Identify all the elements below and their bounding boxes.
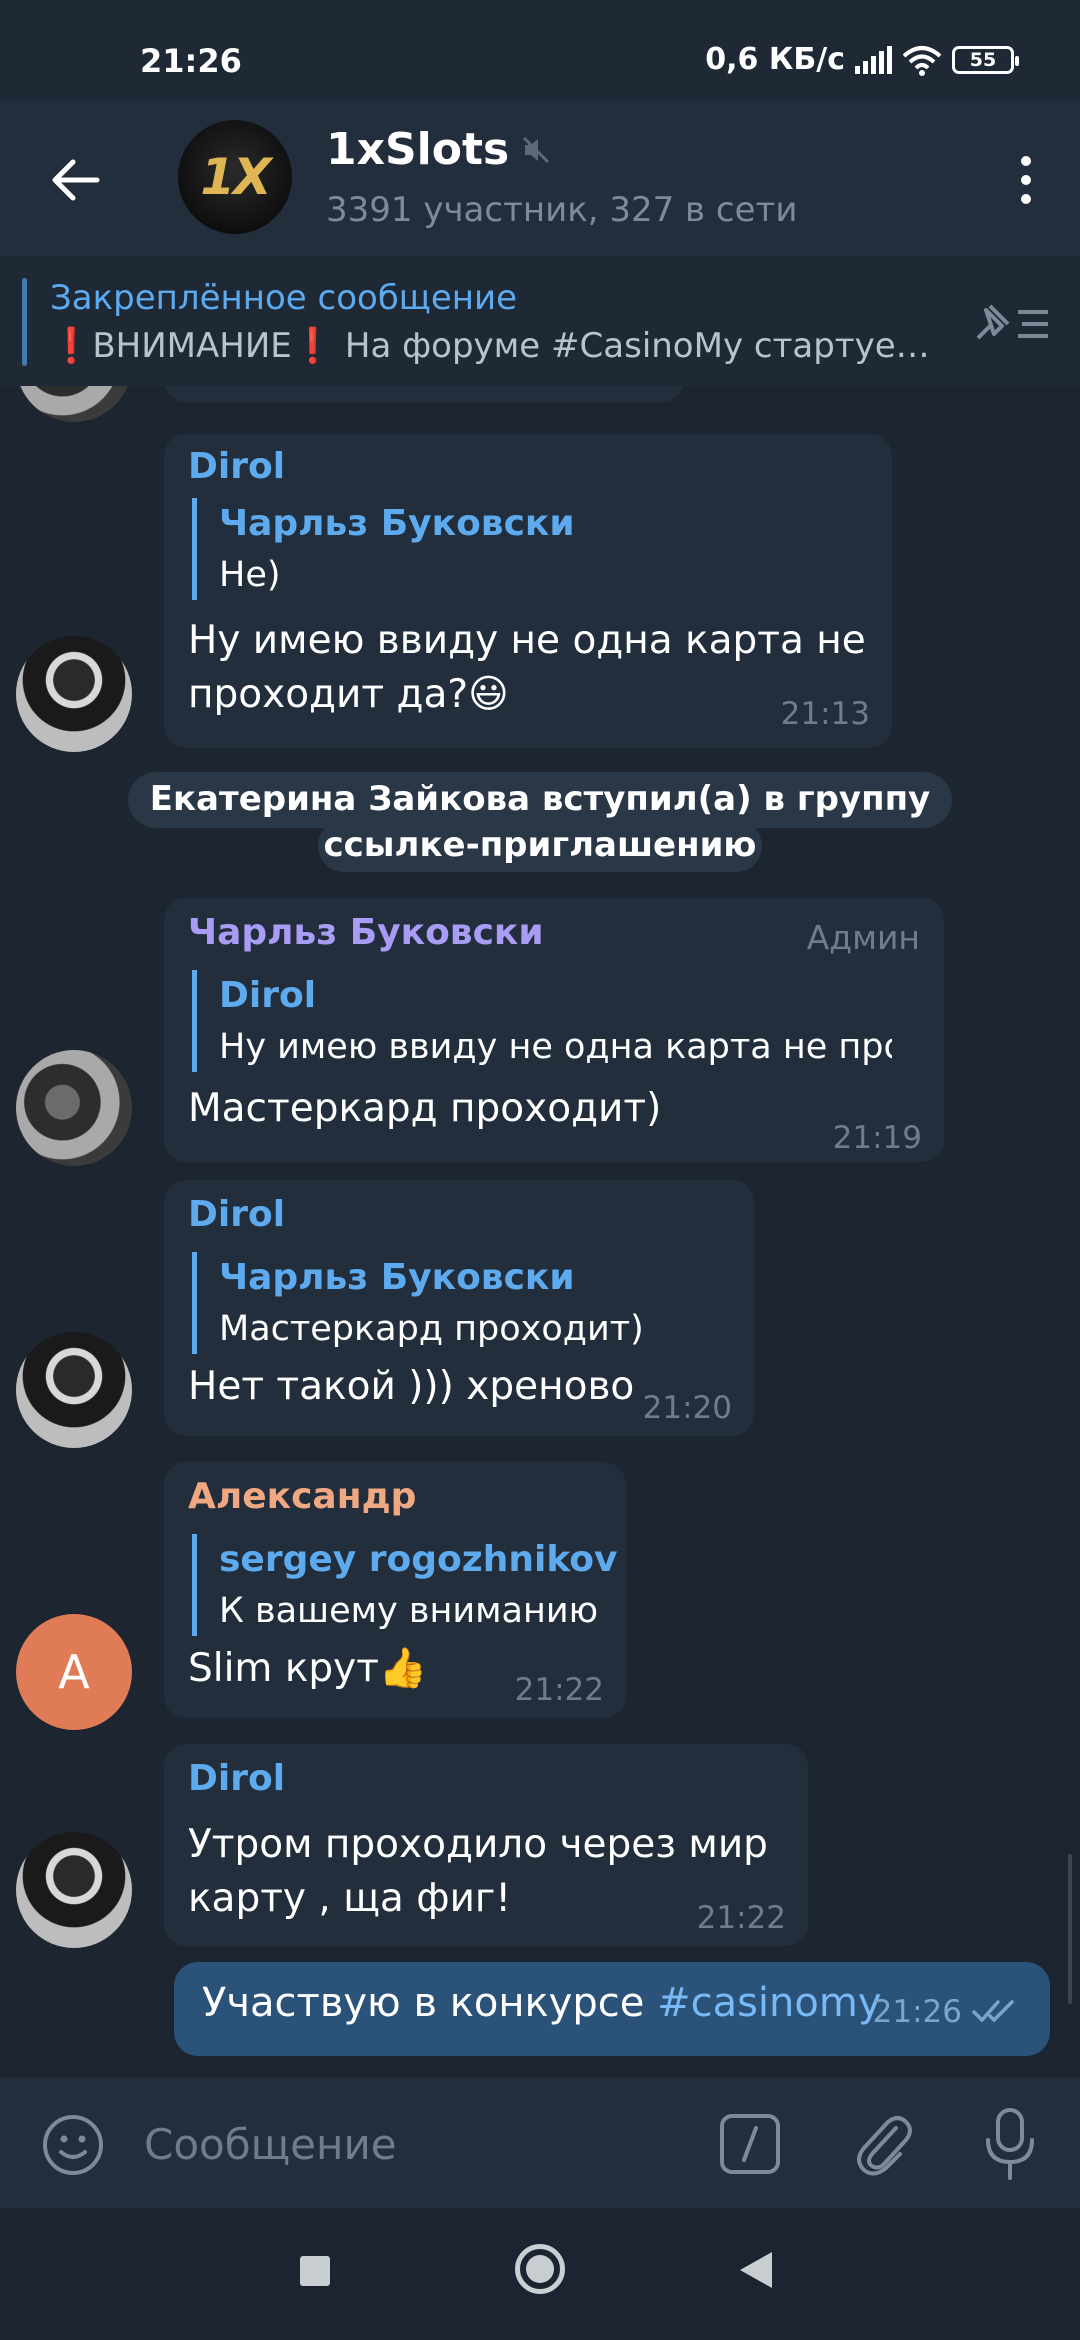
message-bubble[interactable] <box>164 386 684 402</box>
avatar[interactable] <box>16 1832 132 1948</box>
network-speed: 0,6 КБ/с <box>705 42 845 77</box>
message-time: 21:22 <box>514 1672 604 1708</box>
message-text: Нет такой ))) хреново <box>188 1364 635 1409</box>
message-text: Утром проходило через мир карту , ща фиг… <box>188 1818 768 1926</box>
sender-name: Dirol <box>188 1194 286 1235</box>
avatar-letter: А <box>58 1645 90 1699</box>
sender-name: Чарльз Буковски <box>188 912 544 953</box>
system-back-button[interactable] <box>740 2252 772 2288</box>
message-text: Slim крут👍 <box>188 1646 428 1691</box>
reply-text: Мастеркард проходит) <box>219 1309 644 1349</box>
reply-sender: Dirol <box>219 975 317 1016</box>
paperclip-icon[interactable] <box>850 2108 916 2180</box>
message-time: 21:13 <box>780 696 870 732</box>
emoji-icon[interactable] <box>40 2112 106 2178</box>
sender-name: Dirol <box>188 1758 286 1799</box>
battery-level: 55 <box>969 48 997 71</box>
avatar[interactable]: А <box>16 1614 132 1730</box>
bot-commands-icon[interactable] <box>718 2112 782 2176</box>
message-input[interactable] <box>144 2112 664 2176</box>
message-text: Участвую в конкурсе #casinomy <box>202 1980 882 2026</box>
dot-icon <box>1021 175 1031 185</box>
home-button[interactable] <box>515 2244 565 2294</box>
message-bubble[interactable]: Dirol Чарльз Буковски Не) Ну имею ввиду … <box>164 434 892 748</box>
wifi-icon <box>902 45 942 76</box>
sender-name: Александр <box>188 1476 417 1517</box>
reply-quote[interactable]: sergey rogozhnikov К вашему вниманию <box>192 1534 618 1636</box>
message-text: Ну имею ввиду не одна карта не проходит … <box>188 614 866 722</box>
message-text-line: карту , ща фиг! <box>188 1876 512 1921</box>
message-time: 21:26 <box>872 1994 962 2030</box>
reply-quote[interactable]: Dirol Ну имею ввиду не одна карта не про… <box>192 970 892 1072</box>
admin-badge: Админ <box>806 918 920 957</box>
arrow-left-icon <box>52 159 100 201</box>
message-input-bar <box>0 2078 1080 2208</box>
reply-quote[interactable]: Чарльз Буковски Не) <box>192 498 575 600</box>
system-nav-bar <box>0 2208 1080 2340</box>
reply-sender: sergey rogozhnikov <box>219 1539 618 1580</box>
sender-name: Dirol <box>188 446 286 487</box>
home-icon <box>526 2255 554 2283</box>
double-check-icon <box>972 2000 1014 2023</box>
chat-header: 1X 1xSlots 3391 участник, 327 в сети <box>0 100 1080 256</box>
message-bubble[interactable]: Dirol Чарльз Буковски Мастеркард проходи… <box>164 1180 754 1436</box>
pinned-message-bar[interactable]: Закреплённое сообщение ❗ВНИМАНИЕ❗ На фор… <box>0 258 1080 386</box>
battery-icon: 55 <box>952 45 1019 74</box>
recents-button[interactable] <box>300 2256 330 2286</box>
chat-title-area[interactable]: 1xSlots <box>326 124 551 175</box>
service-text: ссылке-приглашению <box>323 825 757 865</box>
message-time: 21:20 <box>642 1390 732 1426</box>
status-time: 21:26 <box>140 42 242 80</box>
message-text-line: Ну имею ввиду не одна карта не <box>188 618 866 663</box>
message-text-plain: Участвую в конкурсе <box>202 1980 658 2026</box>
more-menu-button[interactable] <box>996 144 1056 216</box>
message-text-line: Утром проходило через мир <box>188 1822 768 1867</box>
dot-icon <box>1021 194 1031 204</box>
service-message: ссылке-приглашению <box>318 820 762 872</box>
group-avatar[interactable]: 1X <box>178 120 292 234</box>
avatar[interactable] <box>16 1050 132 1166</box>
pinned-list-icon[interactable] <box>972 298 1052 348</box>
status-bar: 21:26 0,6 КБ/с 55 <box>0 0 1080 100</box>
dot-icon <box>1021 156 1031 166</box>
reply-text: Ну имею ввиду не одна карта не про… <box>219 1027 892 1067</box>
message-text: Мастеркард проходит) <box>188 1086 662 1131</box>
scrollbar[interactable] <box>1068 1854 1072 2004</box>
avatar[interactable] <box>16 1332 132 1448</box>
microphone-icon[interactable] <box>980 2106 1040 2182</box>
message-time: 21:19 <box>832 1120 922 1156</box>
reply-sender: Чарльз Буковски <box>219 1257 575 1298</box>
pinned-label: Закреплённое сообщение <box>50 278 517 318</box>
avatar[interactable] <box>16 386 132 422</box>
message-bubble[interactable]: Чарльз Буковски Админ Dirol Ну имею ввид… <box>164 898 944 1162</box>
message-text-line: проходит да?😃 <box>188 672 509 717</box>
reply-text: Не) <box>219 555 281 595</box>
reply-sender: Чарльз Буковски <box>219 503 575 544</box>
hashtag-link[interactable]: #casinomy <box>657 1980 881 2026</box>
pinned-text: ❗ВНИМАНИЕ❗ На форуме #CasinoMy стартуе… <box>50 326 930 366</box>
chat-subtitle: 3391 участник, 327 в сети <box>326 190 798 230</box>
message-time: 21:22 <box>696 1900 786 1936</box>
signal-icon <box>855 45 892 74</box>
back-button[interactable] <box>40 144 112 216</box>
group-avatar-logo: 1X <box>200 148 271 206</box>
muted-speaker-icon <box>523 136 550 163</box>
message-list[interactable]: Dirol Чарльз Буковски Не) Ну имею ввиду … <box>0 386 1080 2078</box>
message-bubble[interactable]: Александр sergey rogozhnikov К вашему вн… <box>164 1462 626 1718</box>
pinned-indicator <box>22 278 27 366</box>
reply-quote[interactable]: Чарльз Буковски Мастеркард проходит) <box>192 1252 644 1354</box>
outgoing-message-bubble[interactable]: Участвую в конкурсе #casinomy 21:26 <box>174 1962 1050 2056</box>
message-bubble[interactable]: Dirol Утром проходило через мир карту , … <box>164 1744 808 1946</box>
status-indicators: 0,6 КБ/с 55 <box>705 42 1019 77</box>
chat-title: 1xSlots <box>326 124 510 175</box>
reply-text: К вашему вниманию <box>219 1591 599 1631</box>
avatar[interactable] <box>16 636 132 752</box>
